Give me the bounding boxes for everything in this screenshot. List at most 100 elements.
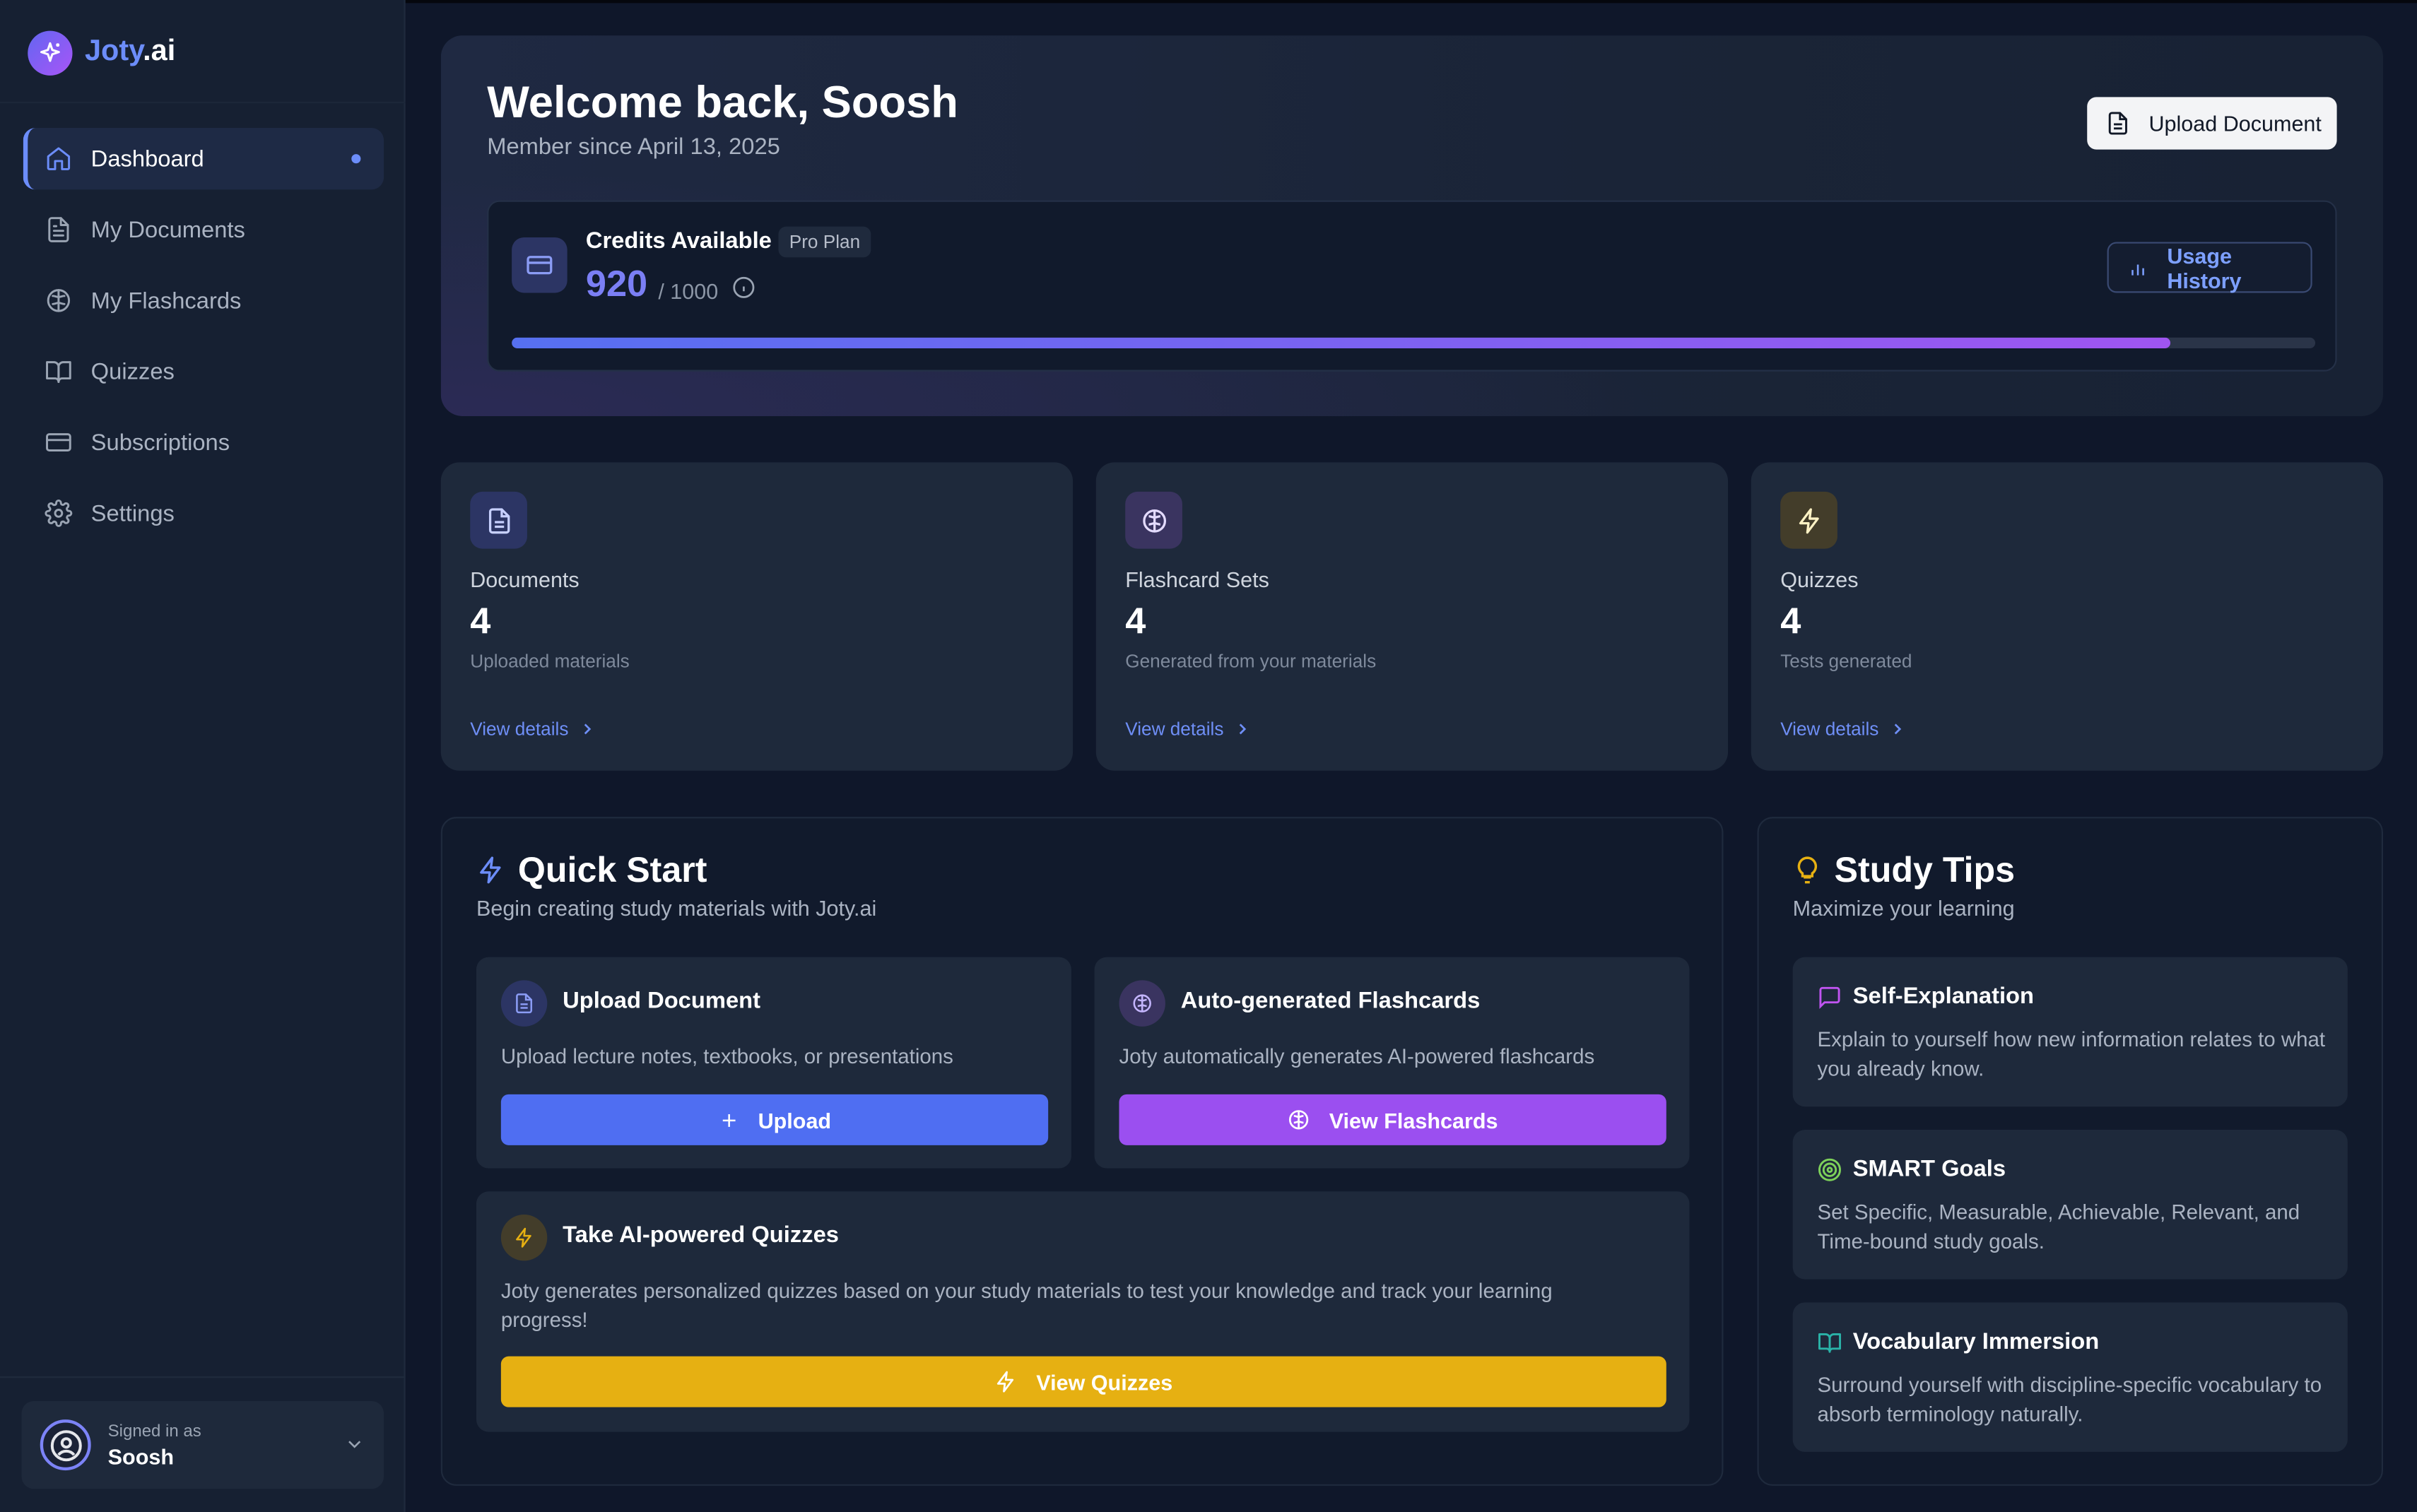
member-since: Member since April 13, 2025 — [487, 134, 780, 160]
view-quizzes-button[interactable]: View Quizzes — [500, 1356, 1666, 1407]
quick-start-subtitle: Begin creating study materials with Joty… — [476, 895, 877, 921]
credits-value: 920 — [585, 264, 648, 305]
sidebar-item-label: My Flashcards — [90, 287, 242, 314]
upload-document-button[interactable]: Upload Document — [2087, 97, 2337, 150]
view-details-link[interactable]: View details — [470, 719, 596, 740]
lightning-icon — [1780, 491, 1837, 549]
lightbulb-icon — [1797, 856, 1818, 884]
tip-title: SMART Goals — [1818, 1156, 2006, 1182]
tip-title: Self-Explanation — [1818, 984, 2034, 1010]
upload-document-label: Upload Document — [2148, 111, 2322, 136]
upload-document-tile: Upload Document Upload lecture notes, te… — [476, 957, 1071, 1169]
chevron-down-icon — [348, 1441, 361, 1448]
target-icon — [1818, 1157, 1841, 1181]
book-open-icon — [1818, 1332, 1841, 1352]
chevron-right-icon — [584, 723, 591, 735]
user-menu[interactable]: Signed in as Soosh — [21, 1400, 384, 1489]
divider — [0, 1376, 406, 1378]
lightning-icon — [500, 1214, 548, 1261]
bar-chart-icon — [2131, 264, 2144, 275]
quick-start-title: Quick Start — [476, 849, 707, 891]
sidebar-item-label: Settings — [90, 500, 175, 526]
chevron-right-icon — [1894, 723, 1901, 735]
sidebar-item-settings[interactable]: Settings — [23, 483, 384, 544]
credits-total: / 1000 — [658, 278, 719, 304]
stat-value: 4 — [470, 601, 491, 643]
sidebar-item-my-flashcards[interactable]: My Flashcards — [23, 270, 384, 331]
tip-description: Set Specific, Measurable, Achievable, Re… — [1817, 1200, 2300, 1253]
lightning-icon — [997, 1371, 1014, 1393]
credits-panel: Credits Available Pro Plan 920 / 1000 Us… — [487, 200, 2337, 372]
study-tips-panel: Study Tips Maximize your learning Self-E… — [1757, 817, 2384, 1486]
gear-icon — [45, 500, 73, 527]
lightning-icon — [480, 856, 501, 884]
tile-title: Take AI-powered Quizzes — [563, 1222, 840, 1248]
sidebar-item-label: Dashboard — [90, 146, 204, 172]
brand[interactable]: Joty.ai — [28, 28, 175, 77]
sidebar-item-quizzes[interactable]: Quizzes — [23, 341, 384, 402]
sidebar: Joty.ai Dashboard My Documents My Flashc… — [0, 0, 406, 1512]
tip-card: SMART Goals Set Specific, Measurable, Ac… — [1792, 1130, 2348, 1280]
tip-card: Self-Explanation Explain to yourself how… — [1792, 957, 2348, 1107]
page-title: Welcome back, Soosh — [487, 78, 958, 129]
avatar — [40, 1419, 91, 1471]
quizzes-tile: Take AI-powered Quizzes Joty generates p… — [476, 1191, 1690, 1432]
credits-progress-bar — [512, 337, 2316, 349]
signed-in-label: Signed in as — [107, 1422, 201, 1441]
credit-card-icon — [46, 433, 71, 452]
stat-description: Generated from your materials — [1125, 650, 1377, 673]
book-open-icon — [46, 361, 71, 383]
view-flashcards-button[interactable]: View Flashcards — [1119, 1094, 1666, 1145]
stat-label: Quizzes — [1780, 567, 1859, 592]
plan-badge: Pro Plan — [778, 226, 871, 258]
stat-description: Uploaded materials — [470, 650, 630, 673]
credit-card-icon — [512, 237, 568, 293]
sidebar-item-label: My Documents — [90, 216, 245, 243]
usage-history-label: Usage History — [2167, 242, 2242, 293]
user-circle-icon — [49, 1429, 81, 1461]
sidebar-item-my-documents[interactable]: My Documents — [23, 199, 384, 260]
usage-history-button[interactable]: Usage History — [2107, 242, 2312, 293]
sidebar-nav: Dashboard My Documents My Flashcards Qui… — [23, 128, 384, 553]
study-tips-title: Study Tips — [1793, 849, 2015, 891]
user-name: Soosh — [107, 1443, 174, 1468]
sidebar-item-label: Quizzes — [90, 358, 175, 385]
brand-name: Joty.ai — [84, 35, 176, 68]
study-tips-subtitle: Maximize your learning — [1792, 895, 2015, 921]
upload-button[interactable]: Upload — [500, 1094, 1049, 1145]
message-icon — [1819, 986, 1840, 1008]
credits-progress-fill — [512, 337, 2171, 349]
flashcards-tile: Auto-generated Flashcards Joty automatic… — [1094, 957, 1690, 1169]
sidebar-item-subscriptions[interactable]: Subscriptions — [23, 411, 384, 473]
tile-title: Auto-generated Flashcards — [1180, 988, 1481, 1015]
document-icon — [48, 217, 69, 242]
credits-title: Credits Available — [585, 228, 772, 254]
sidebar-item-dashboard[interactable]: Dashboard — [23, 128, 384, 190]
stat-card-documents: Documents 4 Uploaded materials View deta… — [440, 462, 1074, 771]
tile-description: Joty automatically generates AI-powered … — [1119, 1045, 1595, 1068]
document-icon — [470, 491, 527, 549]
view-details-link[interactable]: View details — [1125, 719, 1251, 740]
sparkle-logo-icon — [28, 30, 73, 75]
stat-description: Tests generated — [1780, 650, 1912, 673]
brain-icon — [1289, 1110, 1309, 1130]
stat-label: Documents — [470, 567, 580, 592]
active-indicator-dot — [351, 154, 361, 164]
stat-card-flashcard-sets: Flashcard Sets 4 Generated from your mat… — [1095, 462, 1729, 771]
tip-card: Vocabulary Immersion Surround yourself w… — [1792, 1302, 2348, 1452]
view-details-link[interactable]: View details — [1780, 719, 1906, 740]
brain-icon — [47, 289, 71, 312]
tip-title: Vocabulary Immersion — [1818, 1328, 2099, 1354]
info-icon[interactable] — [732, 276, 755, 299]
stat-label: Flashcard Sets — [1125, 567, 1269, 592]
tile-description: Joty generates personalized quizzes base… — [500, 1279, 1553, 1332]
tip-description: Surround yourself with discipline-specif… — [1817, 1373, 2322, 1426]
tip-description: Explain to yourself how new information … — [1817, 1028, 2326, 1081]
home-icon — [47, 147, 71, 170]
stat-value: 4 — [1780, 601, 1801, 643]
stat-value: 4 — [1125, 601, 1146, 643]
brain-icon — [1125, 491, 1182, 549]
document-icon — [2108, 112, 2127, 135]
chevron-right-icon — [1239, 723, 1246, 735]
plus-icon — [722, 1113, 736, 1126]
